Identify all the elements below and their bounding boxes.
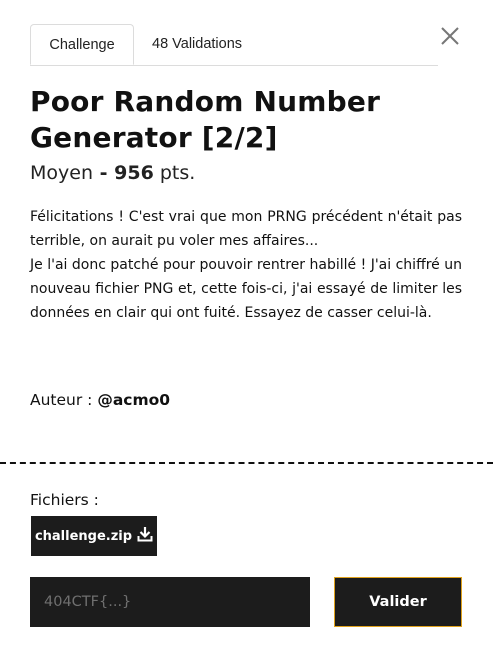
challenge-meta: Moyen - 956 pts. bbox=[30, 162, 195, 184]
points-unit: pts. bbox=[153, 162, 196, 184]
tab-validations[interactable]: 48 Validations bbox=[152, 24, 242, 65]
submit-button[interactable]: Valider bbox=[334, 577, 462, 627]
meta-separator: - bbox=[93, 162, 115, 184]
close-icon[interactable] bbox=[440, 26, 460, 46]
download-icon bbox=[137, 526, 153, 546]
points-value: 956 bbox=[114, 162, 154, 184]
challenge-description: Félicitations ! C'est vrai que mon PRNG … bbox=[30, 205, 462, 325]
challenge-title: Poor Random Number Generator [2/2] bbox=[30, 85, 381, 154]
difficulty-label: Moyen bbox=[30, 162, 93, 184]
author-line: Auteur : @acmo0 bbox=[30, 391, 170, 409]
description-paragraph: Félicitations ! C'est vrai que mon PRNG … bbox=[30, 209, 462, 249]
description-paragraph: Je l'ai donc patché pour pouvoir rentrer… bbox=[30, 257, 462, 321]
tab-bar: Challenge 48 Validations bbox=[30, 24, 438, 66]
download-file-button[interactable]: challenge.zip bbox=[31, 516, 157, 556]
files-label: Fichiers : bbox=[30, 491, 99, 509]
file-name: challenge.zip bbox=[34, 528, 133, 544]
tab-challenge[interactable]: Challenge bbox=[30, 24, 134, 65]
section-divider bbox=[0, 462, 493, 464]
author-label: Auteur : bbox=[30, 391, 98, 409]
author-name: @acmo0 bbox=[97, 391, 171, 409]
flag-input[interactable] bbox=[30, 577, 310, 627]
